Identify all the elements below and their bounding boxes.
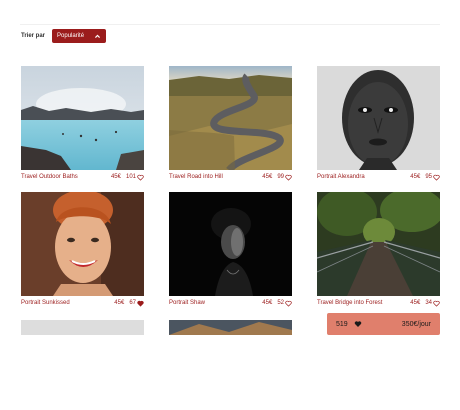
road-hill-image [169, 66, 292, 170]
photo-thumbnail[interactable] [169, 192, 292, 296]
heart-outline-icon[interactable] [433, 300, 440, 307]
like-count: 34 [425, 300, 432, 306]
like-count: 52 [277, 300, 284, 306]
photo-price: 45€ [262, 174, 273, 180]
photo-thumbnail[interactable] [317, 66, 440, 170]
photo-card[interactable]: Travel Bridge into Forest 45€ 34 [317, 192, 440, 309]
portrait-alexandra-image [317, 66, 440, 170]
heart-outline-icon[interactable] [137, 174, 144, 181]
photo-thumbnail[interactable] [21, 66, 144, 170]
portrait-sunkissed-image [21, 192, 144, 296]
photo-card[interactable]: Portrait Shaw 45€ 52 [169, 192, 292, 309]
top-divider [20, 24, 440, 25]
summary-bar[interactable]: 519 350€/jour [327, 313, 440, 335]
like-count: 95 [425, 174, 432, 180]
photo-card[interactable]: Travel Outdoor Baths 45€ 101 [21, 66, 144, 183]
photo-title: Portrait Shaw [169, 300, 206, 306]
sort-select[interactable]: Popularité [52, 29, 107, 43]
photo-price: 45€ [110, 174, 121, 180]
partial-image [21, 320, 144, 335]
photo-title: Travel Outdoor Baths [21, 174, 78, 180]
sort-selected-value: Popularité [57, 33, 85, 39]
photo-price: 45€ [410, 300, 421, 306]
photo-card[interactable]: Portrait Sunkissed 45€ 67 [21, 192, 144, 309]
like-count: 99 [277, 174, 284, 180]
photo-title: Travel Bridge into Forest [317, 300, 383, 306]
heart-filled-icon [354, 321, 361, 327]
photo-thumbnail[interactable] [21, 192, 144, 296]
like-count: 101 [125, 174, 136, 180]
sort-bar: Trier par Popularité [21, 29, 107, 43]
photo-card[interactable]: Travel Road into Hill 45€ 99 [169, 66, 292, 183]
like-count: 67 [129, 300, 136, 306]
photo-price: 45€ [262, 300, 273, 306]
photo-price: 45€ [114, 300, 125, 306]
photo-price: 45€ [410, 174, 421, 180]
heart-outline-icon[interactable] [433, 174, 440, 181]
photo-title: Portrait Sunkissed [21, 300, 70, 306]
photo-card[interactable]: Portrait Alexandra 45€ 95 [317, 66, 440, 183]
heart-filled-icon[interactable] [137, 300, 144, 307]
outdoor-baths-image [21, 66, 144, 170]
sort-label: Trier par [21, 33, 46, 39]
partial-image [169, 320, 292, 335]
heart-outline-icon[interactable] [285, 300, 292, 307]
bridge-forest-image [317, 192, 440, 296]
photo-thumbnail-partial[interactable] [169, 320, 292, 335]
portrait-shaw-image [169, 192, 292, 296]
photo-thumbnail-partial[interactable] [21, 320, 144, 335]
daily-rate: 350€/jour [401, 320, 431, 328]
chevron-up-icon [95, 34, 101, 38]
photo-title: Travel Road into Hill [169, 174, 223, 180]
total-likes: 519 [336, 320, 348, 328]
photo-title: Portrait Alexandra [317, 174, 365, 180]
heart-outline-icon[interactable] [285, 174, 292, 181]
photo-thumbnail[interactable] [169, 66, 292, 170]
photo-thumbnail[interactable] [317, 192, 440, 296]
